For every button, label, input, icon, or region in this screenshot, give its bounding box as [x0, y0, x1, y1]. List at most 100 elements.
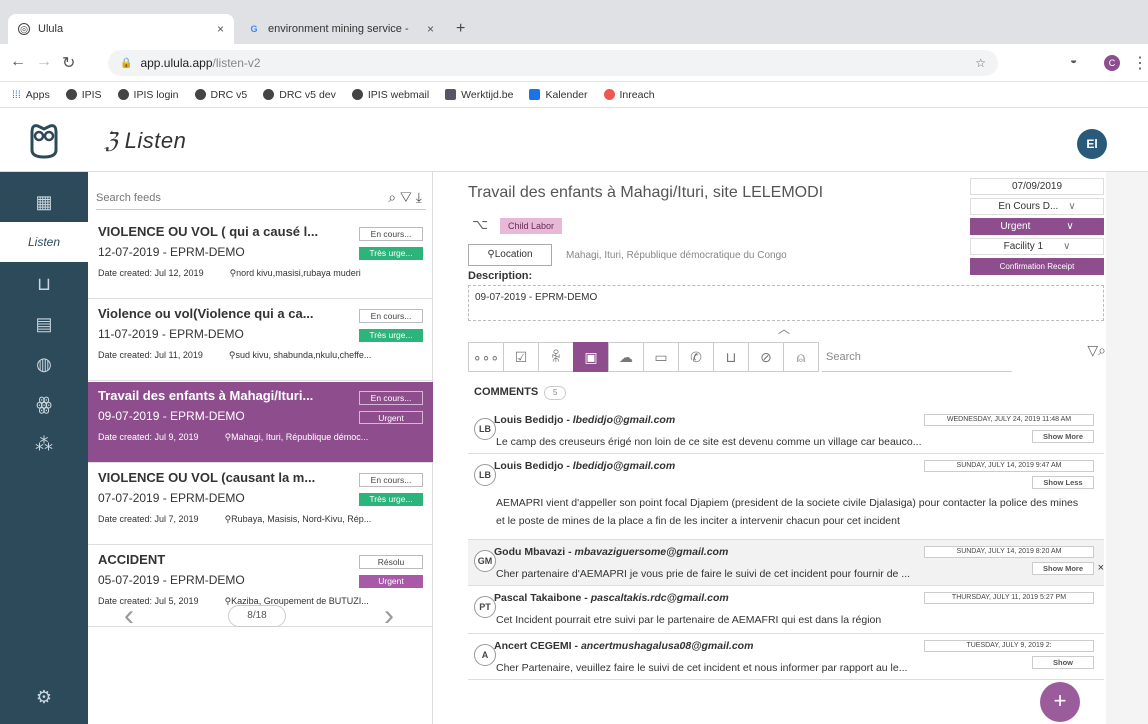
comment-date: THURSDAY, JULY 11, 2019 5:27 PM — [924, 592, 1094, 604]
prev-page-icon[interactable]: ‹ — [124, 599, 134, 633]
bookmark-apps[interactable]: ⁞⁞⁞ Apps — [12, 89, 50, 101]
calendar-icon[interactable]: ▤ — [0, 304, 88, 344]
filter-icon[interactable]: ▽⌕ — [1087, 342, 1106, 372]
map-icon[interactable]: ◍ — [0, 344, 88, 384]
bookmark[interactable]: Kalender — [529, 89, 588, 101]
description-field[interactable]: 09-07-2019 - EPRM-DEMO — [468, 285, 1104, 321]
browser-tab-inactive[interactable]: G environment mining service - × — [238, 14, 444, 44]
location-text: Mahagi, Ituri, République démocratique d… — [566, 250, 787, 261]
globe-icon: ◎ — [18, 23, 30, 35]
new-tab-icon[interactable]: + — [456, 20, 465, 38]
comment-date: TUESDAY, JULY 9, 2019 2: — [924, 640, 1094, 652]
filter-icon[interactable]: ▽ — [400, 189, 416, 205]
forward-icon[interactable]: → — [36, 53, 52, 71]
alarm-icon[interactable]: ⍝ — [783, 342, 819, 372]
extension-icon[interactable]: ◒ — [1070, 53, 1077, 67]
priority-badge: Très urge... — [359, 493, 423, 506]
feed-item-title: VIOLENCE OU VOL ( qui a causé l... — [98, 224, 319, 239]
network-icon[interactable]: ⁂ — [0, 424, 88, 464]
collapse-icon[interactable]: ︿ — [778, 320, 790, 337]
close-icon[interactable]: × — [217, 22, 224, 36]
pin-icon: ⚲ — [228, 350, 236, 360]
feed-item[interactable]: VIOLENCE OU VOL (causant la m... 07-07-20… — [88, 464, 433, 545]
bookmark[interactable]: IPIS webmail — [351, 89, 429, 101]
dashboard-icon[interactable]: ▦ — [0, 182, 88, 222]
tab-title: Ulula — [38, 23, 64, 35]
comment-item: A Ancert CEGEMI - ancertmushagalusa08@gma… — [468, 634, 1104, 680]
incident-title: Travail des enfants à Mahagi/Ituri, site… — [468, 184, 824, 201]
feed-item[interactable]: Travail des enfants à Mahagi/Ituri... 09-… — [88, 382, 433, 463]
close-icon[interactable]: × — [1098, 562, 1104, 574]
globe-icon — [194, 89, 206, 100]
owl-logo[interactable] — [0, 108, 88, 172]
location-button[interactable]: ⚲Location — [468, 244, 552, 266]
show-more-button[interactable]: Show Less — [1032, 476, 1094, 489]
chart-icon[interactable]: ⊔ — [713, 342, 749, 372]
comment-search-input[interactable]: Search — [822, 342, 1012, 372]
link-icon[interactable]: ⊘ — [748, 342, 784, 372]
address-bar[interactable]: 🔒 app.ulula.app/listen-v2 ☆ — [108, 50, 998, 76]
bookmark[interactable]: DRC v5 dev — [263, 89, 336, 101]
feed-item[interactable]: VIOLENCE OU VOL ( qui a causé l... 12-07-… — [88, 218, 433, 299]
add-comment-button[interactable]: + — [1040, 682, 1080, 722]
chevron-down-icon: ∨ — [1068, 201, 1076, 212]
settings-icon[interactable]: ⚙ — [0, 677, 88, 717]
browser-tab-active[interactable]: ◎ Ulula × — [8, 14, 234, 44]
feed-item-location: ⚲sud kivu, shabunda,nkulu,cheffe... — [228, 350, 372, 360]
search-icon[interactable]: ⌕ — [388, 189, 400, 205]
more-icon[interactable]: ∘∘∘ — [468, 342, 504, 372]
status-select[interactable]: En Cours D... ∨ — [970, 198, 1104, 215]
feed-item-location: ⚲nord kivu,masisi,rubaya muderi — [229, 268, 361, 278]
confirmation-receipt-button[interactable]: Confirmation Receipt — [970, 258, 1104, 275]
menu-icon[interactable]: ⋮ — [1132, 53, 1148, 73]
star-icon[interactable]: ☆ — [975, 56, 986, 70]
priority-select[interactable]: Urgent ∨ — [970, 218, 1104, 235]
comment-text: Cher Partenaire, veuillez faire le suivi… — [496, 662, 908, 674]
page-indicator: 8/18 — [228, 605, 286, 627]
phone-icon[interactable]: ✆ — [678, 342, 714, 372]
pager: ‹ 8/18 › — [88, 597, 433, 637]
comments-tab-icon[interactable]: ▣ — [573, 342, 609, 372]
feed-search[interactable]: Search feeds ⌕▽⤓ — [96, 186, 426, 210]
chevron-down-icon: ∨ — [1066, 221, 1074, 232]
ticket-icon[interactable]: ▭ — [643, 342, 679, 372]
bookmark[interactable]: IPIS — [65, 89, 102, 101]
search-input[interactable]: Search feeds — [96, 192, 161, 204]
incident-date[interactable]: 07/09/2019 — [970, 178, 1104, 195]
nav-listen[interactable]: Listen — [0, 222, 88, 262]
back-icon[interactable]: ← — [10, 53, 26, 71]
feed-item[interactable]: Violence ou vol(Violence qui a ca... 11-0… — [88, 300, 433, 381]
incident-detail: Travail des enfants à Mahagi/Ituri, site… — [456, 172, 1106, 724]
user-avatar[interactable]: El — [1077, 129, 1107, 159]
bookmark[interactable]: Werktijd.be — [445, 89, 513, 101]
next-page-icon[interactable]: › — [384, 599, 394, 633]
page-title: ℨ Listen — [104, 128, 187, 153]
feed-item-title: Violence ou vol(Violence qui a ca... — [98, 306, 314, 321]
profile-avatar[interactable]: C — [1104, 55, 1120, 71]
sort-icon[interactable]: ⤓ — [416, 189, 426, 205]
feed-item-title: Travail des enfants à Mahagi/Ituri... — [98, 388, 314, 403]
comment-date: WEDNESDAY, JULY 24, 2019 11:48 AM — [924, 414, 1094, 426]
reload-icon[interactable]: ↻ — [62, 53, 75, 73]
users-icon[interactable]: ꙮ — [0, 384, 88, 424]
cloud-upload-icon[interactable]: ☁ — [608, 342, 644, 372]
checkbox-icon[interactable]: ☑ — [503, 342, 539, 372]
add-user-icon[interactable]: ꆜ — [538, 342, 574, 372]
bookmark[interactable]: IPIS login — [117, 89, 179, 101]
chart-icon[interactable]: ⊔ — [0, 264, 88, 304]
priority-badge: Urgent — [359, 411, 423, 424]
browser-tab-strip: ◎ Ulula × G environment mining service -… — [0, 0, 1148, 44]
bookmark[interactable]: DRC v5 — [194, 89, 247, 101]
facility-select[interactable]: Facility 1 ∨ — [970, 238, 1104, 255]
priority-badge: Très urge... — [359, 247, 423, 260]
bookmark[interactable]: Inreach — [603, 89, 655, 101]
comment-author: Pascal Takaibone - pascaltakis.rdc@gmail… — [494, 592, 729, 604]
comment-author: Louis Bedidjo - lbedidjo@gmail.com — [494, 460, 676, 472]
category-tag[interactable]: Child Labor — [500, 218, 563, 234]
close-icon[interactable]: × — [427, 22, 434, 36]
chevron-down-icon: ∨ — [1063, 241, 1071, 252]
google-icon: G — [250, 24, 258, 34]
browser-toolbar: ← → ↻ 🔒 app.ulula.app/listen-v2 ☆ ◒ C ⋮ — [0, 44, 1148, 82]
side-nav: ▦ Listen ⊔ ▤ ◍ ꙮ ⁂ ⚙ — [0, 172, 88, 724]
priority-badge: Très urge... — [359, 329, 423, 342]
